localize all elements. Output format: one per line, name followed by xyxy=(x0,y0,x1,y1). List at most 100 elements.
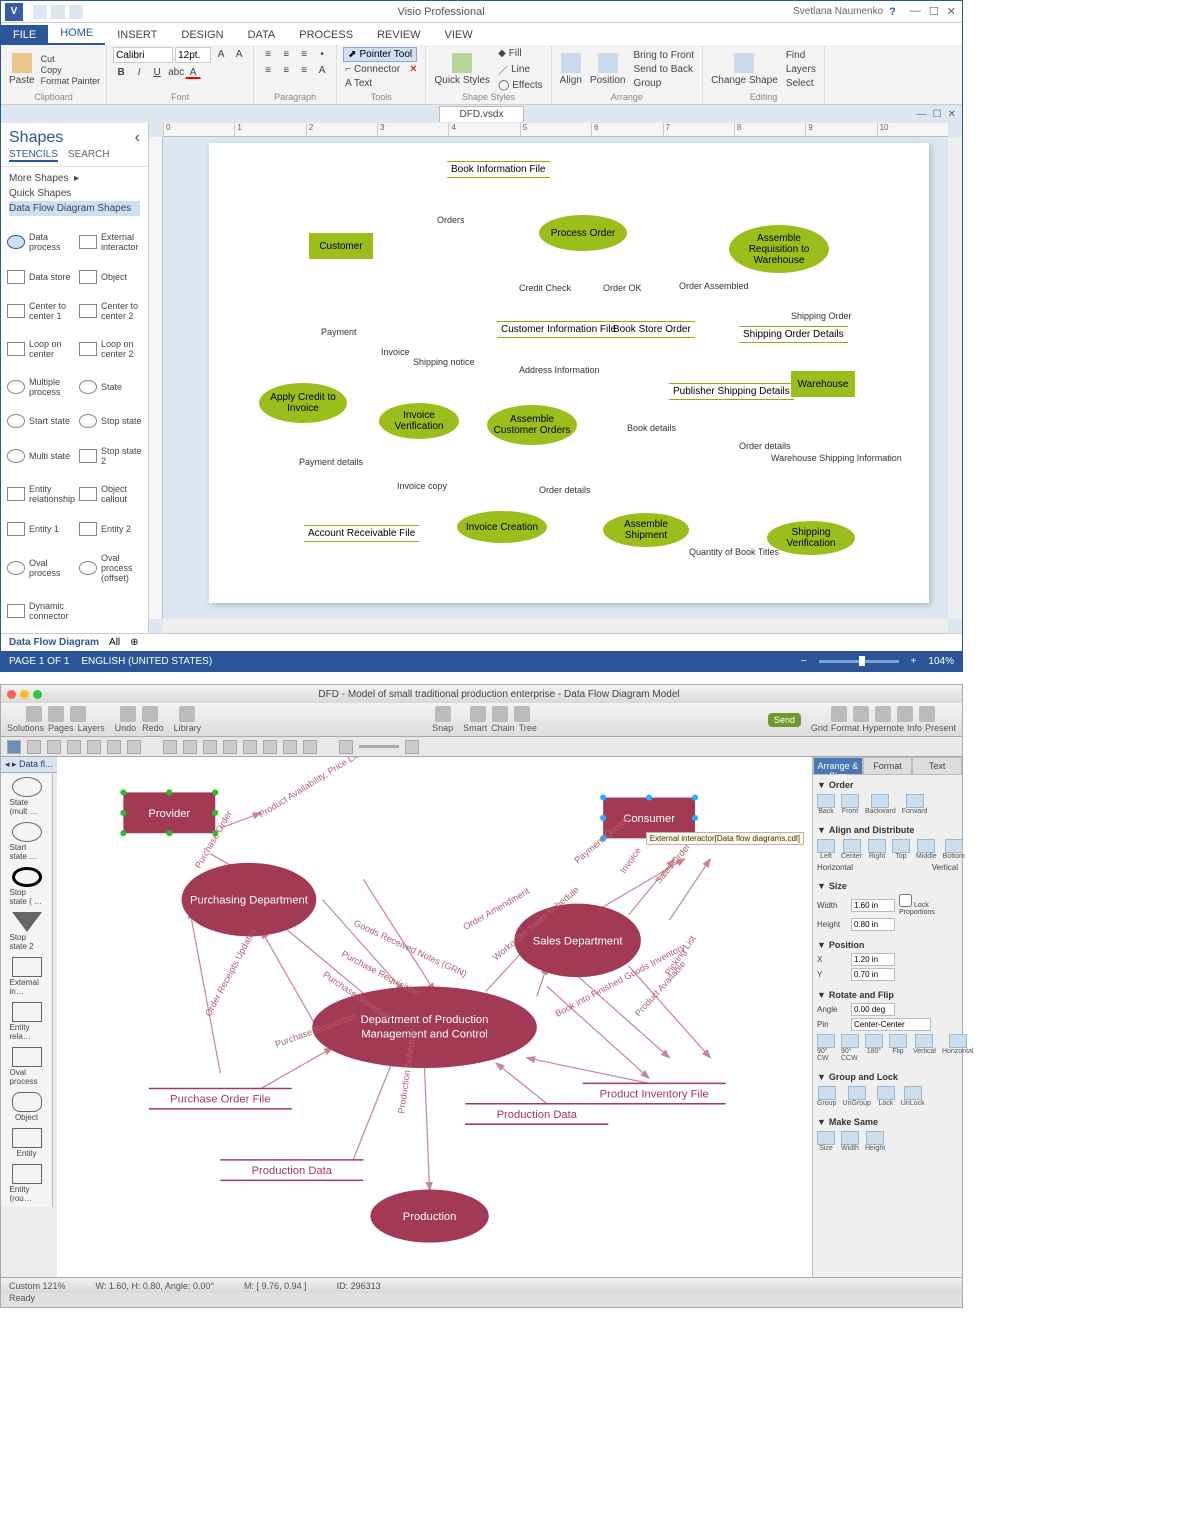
stencil-item[interactable]: Oval process xyxy=(7,546,75,592)
scrollbar-vertical[interactable] xyxy=(948,137,962,619)
fill-button[interactable]: ◆Fill xyxy=(496,47,545,60)
bring-front-button[interactable]: Bring to Front xyxy=(631,49,696,62)
change-shape-button[interactable]: Change Shape xyxy=(709,51,780,88)
tool-11-icon[interactable] xyxy=(223,740,237,754)
tab-text[interactable]: Text xyxy=(912,757,962,775)
dfd-external-warehouse[interactable]: Warehouse xyxy=(791,371,855,397)
dfd-external-customer[interactable]: Customer xyxy=(309,233,373,259)
library-icon[interactable] xyxy=(179,706,195,722)
undo-icon[interactable] xyxy=(51,5,65,19)
stencil-item[interactable]: Multiple process xyxy=(7,369,75,405)
add-page-icon[interactable]: ⊕ xyxy=(130,637,138,648)
tool-13-icon[interactable] xyxy=(263,740,277,754)
library-shape[interactable]: Entity (rou… xyxy=(10,1164,44,1203)
tool-14-icon[interactable] xyxy=(283,740,297,754)
align-center-icon[interactable]: ≡ xyxy=(278,63,294,77)
dfd-process-assemble-ship[interactable]: Assemble Shipment xyxy=(603,513,689,547)
doc-tab[interactable]: DFD.vsdx xyxy=(439,106,525,122)
copy-button[interactable]: Copy xyxy=(41,65,101,75)
stencil-item[interactable]: Center to center 1 xyxy=(7,293,75,329)
zoom-out-icon[interactable]: − xyxy=(801,656,807,667)
library-shape[interactable]: Object xyxy=(10,1092,44,1122)
page-all[interactable]: All xyxy=(109,637,120,648)
stencil-item[interactable]: Oval process (offset) xyxy=(79,546,142,592)
zoom-slider[interactable] xyxy=(819,660,899,663)
btn-lock[interactable]: Lock xyxy=(877,1086,895,1107)
tab-format[interactable]: Format xyxy=(863,757,913,775)
tab-insert[interactable]: INSERT xyxy=(105,25,169,45)
stencil-item[interactable]: Start state xyxy=(7,407,75,437)
align-middle[interactable]: Middle xyxy=(916,839,937,860)
library-shape[interactable]: Entity xyxy=(10,1128,44,1158)
library-shape[interactable]: Stop state ( … xyxy=(10,867,44,906)
stencil-item[interactable]: Data store xyxy=(7,262,75,292)
select-button[interactable]: Select xyxy=(784,77,818,90)
stencil-item[interactable]: Dynamic connector xyxy=(7,593,75,629)
send-button[interactable]: Send xyxy=(768,713,801,727)
zoom-slider[interactable] xyxy=(359,745,399,748)
stencil-item[interactable]: External interactor xyxy=(79,224,142,260)
dfd-store-book-info[interactable]: Book Information File xyxy=(447,161,550,178)
stencil-item[interactable]: Entity 2 xyxy=(79,514,142,544)
rotate-cw[interactable]: 90° CW xyxy=(817,1034,835,1062)
stencil-item[interactable]: Data process xyxy=(7,224,75,260)
doc-min-icon[interactable]: — xyxy=(917,109,927,120)
btn-unlock[interactable]: UnLock xyxy=(901,1086,925,1107)
align-right-icon[interactable]: ≡ xyxy=(296,63,312,77)
order-front[interactable]: Front xyxy=(841,794,859,815)
height-input[interactable] xyxy=(851,918,895,931)
present-icon[interactable] xyxy=(919,706,935,722)
scrollbar-horizontal[interactable] xyxy=(163,619,948,633)
flip[interactable]: Flip xyxy=(889,1034,907,1062)
angle-input[interactable] xyxy=(851,1003,895,1016)
rotate-180[interactable]: 180° xyxy=(865,1034,883,1062)
canvas-area[interactable]: 012345678910 Book Information FileCustom… xyxy=(149,123,962,633)
rotate-text-icon[interactable]: A xyxy=(314,63,330,77)
close-icon[interactable]: ✕ xyxy=(947,5,956,18)
zoom-in-icon[interactable] xyxy=(405,740,419,754)
tool-9-icon[interactable] xyxy=(183,740,197,754)
dfd-store-pub-ship[interactable]: Publisher Shipping Details xyxy=(669,383,794,400)
tool-4-icon[interactable] xyxy=(67,740,81,754)
align-button[interactable]: Align xyxy=(558,51,584,88)
align-bot-icon[interactable]: ≡ xyxy=(296,47,312,61)
page-tab-active[interactable]: Data Flow Diagram xyxy=(9,637,99,648)
make-same-height[interactable]: Height xyxy=(865,1131,885,1152)
dfd-store-account-recv[interactable]: Account Receivable File xyxy=(304,525,419,542)
pane-collapse-icon[interactable]: ‹ xyxy=(135,129,140,147)
stencil-item[interactable]: State xyxy=(79,369,142,405)
stencil-item[interactable]: Entity relationship xyxy=(7,476,75,512)
dfd-process-assemble-req[interactable]: Assemble Requisition to Warehouse xyxy=(729,225,829,273)
library-shape[interactable]: Entity rela… xyxy=(10,1002,44,1041)
align-left[interactable]: Left xyxy=(817,839,835,860)
tool-7-icon[interactable] xyxy=(127,740,141,754)
tree-icon[interactable] xyxy=(514,706,530,722)
tab-review[interactable]: REVIEW xyxy=(365,25,432,45)
line-button[interactable]: ／Line xyxy=(496,61,545,78)
shrink-font-icon[interactable]: A xyxy=(231,47,247,61)
align-bottom[interactable]: Bottom xyxy=(943,839,965,860)
pages-icon[interactable] xyxy=(48,706,64,722)
order-back[interactable]: Back xyxy=(817,794,835,815)
stencil-item[interactable]: Multi state xyxy=(7,438,75,474)
strike-button[interactable]: abc xyxy=(167,65,183,79)
zoom-readout[interactable]: Custom 121% xyxy=(9,1281,66,1291)
library-header[interactable]: ◂ ▸ Data fl... xyxy=(1,757,57,773)
grow-font-icon[interactable]: A xyxy=(213,47,229,61)
tool-10-icon[interactable] xyxy=(203,740,217,754)
stencil-item[interactable]: Object xyxy=(79,262,142,292)
library-shape[interactable]: Oval process xyxy=(10,1047,44,1086)
tool-6-icon[interactable] xyxy=(107,740,121,754)
order-forward[interactable]: Forward xyxy=(902,794,928,815)
pointer-tool-icon[interactable] xyxy=(7,740,21,754)
tab-data[interactable]: DATA xyxy=(236,25,288,45)
drawing-canvas[interactable]: Purchase Order FileProduction DataProduc… xyxy=(57,757,812,1277)
zoom-out-icon[interactable] xyxy=(339,740,353,754)
position-button[interactable]: Position xyxy=(588,51,628,88)
user-name[interactable]: Svetlana Naumenko xyxy=(793,6,883,17)
smart-icon[interactable] xyxy=(470,706,486,722)
tool-2-icon[interactable] xyxy=(27,740,41,754)
undo-icon[interactable] xyxy=(120,706,136,722)
grid-icon[interactable] xyxy=(831,706,847,722)
tab-process[interactable]: PROCESS xyxy=(287,25,365,45)
